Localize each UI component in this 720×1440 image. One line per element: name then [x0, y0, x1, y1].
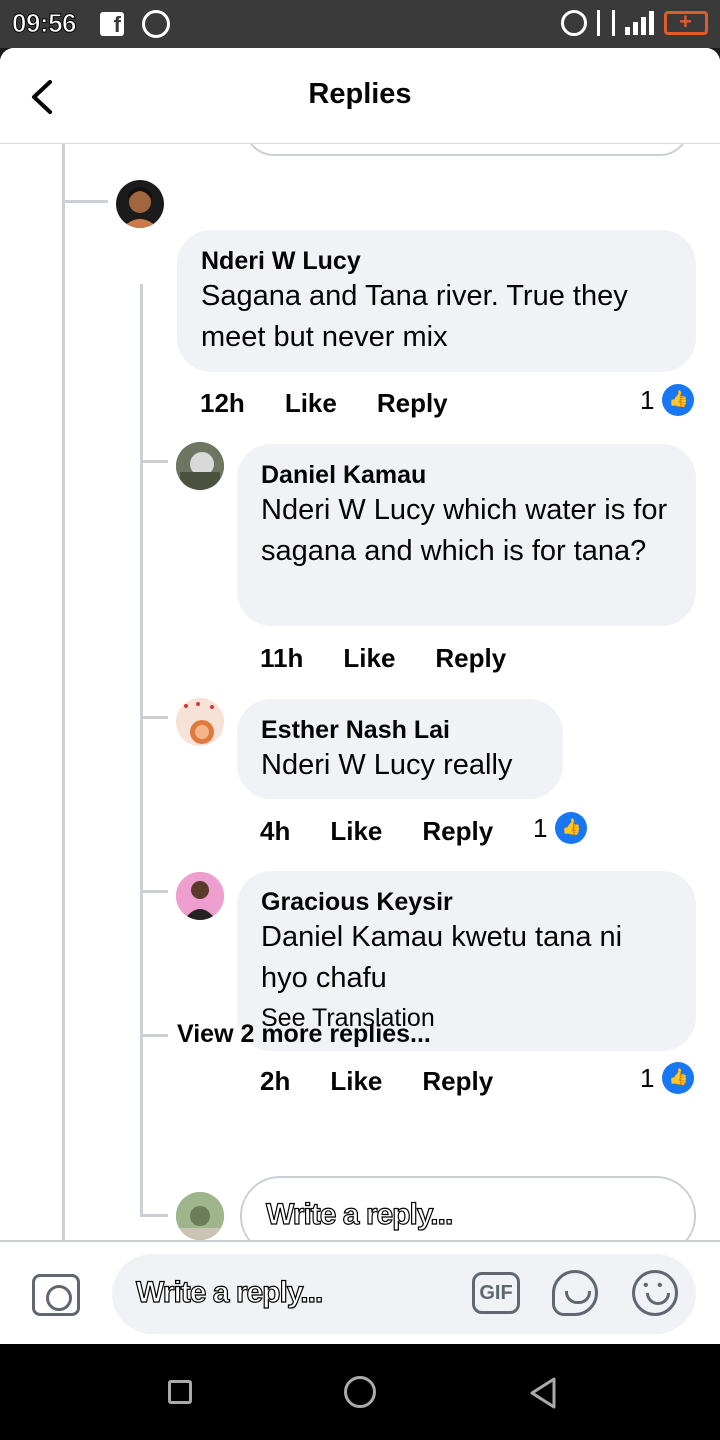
- camera-icon[interactable]: [32, 1274, 80, 1316]
- comment-text: Nderi W Lucy which water is for sagana a…: [261, 494, 668, 567]
- comment-text: Sagana and Tana river. True they meet bu…: [201, 280, 628, 353]
- reply-input-placeholder: Write a reply...: [265, 1197, 454, 1231]
- whatsapp-notification-icon: [142, 10, 170, 38]
- header: Replies: [0, 48, 720, 144]
- like-icon: 👍: [662, 1062, 695, 1094]
- thread-connector: [140, 1214, 168, 1217]
- composer-input[interactable]: Write a reply... GIF: [112, 1254, 696, 1334]
- thread-connector: [140, 460, 168, 463]
- thread-line-root: [62, 144, 65, 1240]
- avatar[interactable]: [176, 698, 224, 746]
- avatar[interactable]: [116, 180, 164, 228]
- thread-line-nested: [140, 284, 143, 1214]
- reply-button[interactable]: Reply: [377, 388, 448, 419]
- home-button[interactable]: [344, 1376, 376, 1408]
- like-count: 1: [533, 812, 548, 843]
- composer-placeholder: Write a reply...: [135, 1275, 324, 1309]
- system-back-button[interactable]: [528, 1376, 558, 1410]
- comment-bubble: Nderi W Lucy Sagana and Tana river. True…: [177, 230, 696, 372]
- avatar[interactable]: [176, 442, 224, 490]
- data-transfer-icon: [597, 10, 615, 36]
- like-icon: 👍: [662, 384, 695, 416]
- like-button[interactable]: Like: [285, 388, 337, 419]
- comment-thread: Nderi W Lucy Sagana and Tana river. True…: [0, 104, 720, 1342]
- thread-connector: [62, 200, 108, 203]
- comment-actions: 11h Like Reply: [260, 643, 506, 674]
- recents-button[interactable]: [168, 1380, 192, 1404]
- view-more-replies-link[interactable]: View 2 more replies...: [177, 1020, 431, 1049]
- thread-connector: [140, 716, 168, 719]
- alarm-icon: [561, 10, 587, 36]
- comment-author[interactable]: Nderi W Lucy: [201, 246, 672, 276]
- comment-time: 12h: [200, 388, 245, 418]
- comment-text: Nderi W Lucy really: [261, 749, 513, 781]
- like-count: 1: [640, 384, 655, 415]
- comment-time: 2h: [260, 1066, 291, 1096]
- comment-actions: 4h Like Reply: [260, 816, 493, 847]
- comment-actions: 12h Like Reply: [200, 388, 448, 419]
- like-icon: 👍: [555, 812, 588, 844]
- reply-button[interactable]: Reply: [422, 816, 493, 847]
- status-bar: 09:56 f: [0, 0, 720, 48]
- comment-author[interactable]: Daniel Kamau: [261, 460, 672, 490]
- status-icons: [561, 9, 708, 36]
- comment-bubble: Esther Nash Lai Nderi W Lucy really: [237, 699, 563, 799]
- signal-icon: [625, 11, 654, 35]
- avatar[interactable]: [176, 872, 224, 920]
- page-title: Replies: [308, 78, 412, 110]
- status-time: 09:56: [12, 8, 78, 39]
- comment-author[interactable]: Gracious Keysir: [261, 887, 672, 917]
- gif-icon[interactable]: GIF: [472, 1272, 520, 1314]
- replies-sheet: Replies Nderi W Lucy Sagana and Tana riv…: [0, 48, 720, 1344]
- like-button[interactable]: Like: [330, 1066, 382, 1097]
- comment-time: 11h: [260, 643, 304, 673]
- comment-time: 4h: [260, 816, 291, 846]
- reply-button[interactable]: Reply: [435, 643, 506, 674]
- reaction-count[interactable]: 1 👍: [533, 812, 588, 844]
- sticker-icon[interactable]: [552, 1270, 598, 1316]
- thread-connector: [140, 890, 168, 893]
- like-button[interactable]: Like: [330, 816, 382, 847]
- comment-bubble: Daniel Kamau Nderi W Lucy which water is…: [237, 444, 696, 626]
- emoji-icon[interactable]: [632, 1270, 678, 1316]
- comment-composer: Write a reply... GIF: [0, 1240, 720, 1344]
- battery-icon: [664, 9, 708, 35]
- reaction-count[interactable]: 1 👍: [640, 1062, 695, 1094]
- system-navigation-bar: [0, 1344, 720, 1440]
- comment-author[interactable]: Esther Nash Lai: [261, 715, 539, 745]
- like-count: 1: [640, 1062, 655, 1093]
- reaction-count[interactable]: 1 👍: [640, 384, 695, 416]
- reply-button[interactable]: Reply: [422, 1066, 493, 1097]
- facebook-notification-icon: f: [100, 12, 124, 37]
- thread-connector: [140, 1034, 168, 1037]
- comment-actions: 2h Like Reply: [260, 1066, 493, 1097]
- like-button[interactable]: Like: [343, 643, 395, 674]
- avatar: [176, 1192, 224, 1240]
- comment-text: Daniel Kamau kwetu tana ni hyo chafu: [261, 921, 623, 994]
